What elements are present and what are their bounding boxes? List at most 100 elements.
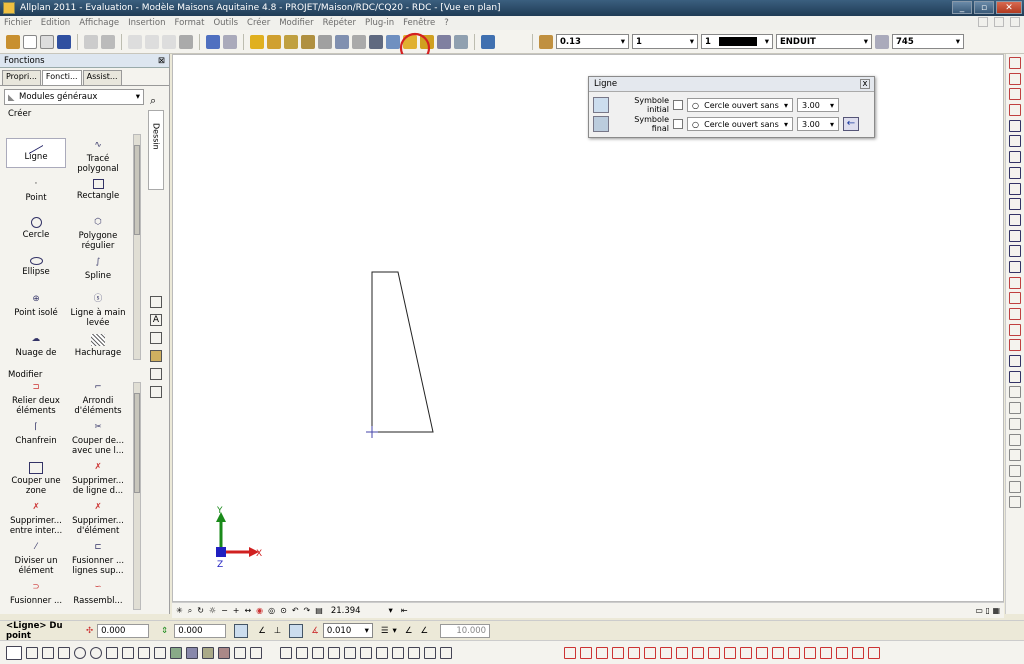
view2-icon[interactable]: ⊙ [280, 606, 287, 615]
tool-freehand[interactable]: ⓢ Ligne à main levée [68, 294, 128, 328]
right-tool-15-icon[interactable] [1009, 276, 1021, 289]
open-icon[interactable] [6, 34, 20, 49]
hatch-tool-icon[interactable] [170, 646, 182, 659]
polygon-tool-icon[interactable] [106, 646, 118, 659]
final-symbol-checkbox[interactable] [673, 119, 683, 129]
menu-outils[interactable]: Outils [213, 18, 238, 28]
edit-6-icon[interactable] [644, 646, 656, 659]
right-tool-24-icon[interactable] [1009, 417, 1021, 430]
format-painter-icon[interactable] [179, 34, 193, 49]
right-tool-3-icon[interactable] [1009, 88, 1021, 101]
dessin-tab[interactable]: Dessin [148, 110, 164, 190]
strip-add-icon[interactable] [150, 296, 162, 308]
new-icon[interactable] [23, 34, 37, 49]
print-icon[interactable] [40, 34, 54, 49]
menu-help[interactable]: ? [444, 18, 449, 28]
menu-creer[interactable]: Créer [247, 18, 270, 28]
tab-functions[interactable]: Foncti... [41, 70, 82, 85]
dy-input[interactable]: 0.000 [174, 623, 227, 638]
spline-tool-icon[interactable] [122, 646, 134, 659]
preview-icon[interactable] [84, 34, 98, 49]
length-input[interactable]: 10.000 [440, 623, 491, 638]
gradient-tool-icon[interactable] [218, 646, 230, 659]
layer-link-icon[interactable] [875, 34, 889, 49]
undo-icon[interactable] [206, 34, 220, 49]
dimension-icon[interactable] [150, 332, 162, 344]
edit-7-icon[interactable] [660, 646, 672, 659]
tool-point[interactable]: · Point [6, 179, 66, 203]
line-type-select[interactable]: 1 ▾ [632, 34, 698, 49]
angle-icon[interactable]: ∠ [258, 626, 266, 636]
tab-assistant[interactable]: Assist... [82, 70, 122, 85]
angle-lock2-icon[interactable]: ∠ [420, 626, 428, 636]
mdi-restore-button[interactable] [994, 17, 1004, 27]
tool-rectangle[interactable]: Rectangle [68, 179, 128, 201]
edit-2-icon[interactable] [580, 646, 592, 659]
trapezoid-shape[interactable] [371, 271, 434, 433]
edit-16-icon[interactable] [804, 646, 816, 659]
redo-view-icon[interactable]: ↷ [304, 606, 311, 615]
right-tool-8-icon[interactable] [1009, 166, 1021, 179]
modify-7-icon[interactable] [376, 646, 388, 659]
tool-spline[interactable]: ∫ Spline [68, 257, 128, 281]
region-tool-icon[interactable] [250, 646, 262, 659]
right-tool-18-icon[interactable] [1009, 323, 1021, 336]
point-tool-icon[interactable] [42, 646, 54, 659]
edit-13-icon[interactable] [756, 646, 768, 659]
view-icon[interactable]: ◎ [268, 606, 275, 615]
polar-icon[interactable] [289, 623, 304, 638]
right-tool-23-icon[interactable] [1009, 402, 1021, 415]
folder-icon[interactable]: ▤ [315, 606, 323, 615]
modify-10-icon[interactable] [424, 646, 436, 659]
layer-select[interactable]: ENDUIT ▾ [776, 34, 872, 49]
tool-5-icon[interactable] [318, 34, 332, 49]
right-tool-11-icon[interactable] [1009, 213, 1021, 226]
edit-18-icon[interactable] [836, 646, 848, 659]
tool-hachurage[interactable]: Hachurage [68, 334, 128, 358]
tool-supprimer-element[interactable]: ✗ Supprimer... d'élément [68, 502, 128, 536]
creer-scrollbar[interactable] [133, 134, 141, 360]
zoom-value-select[interactable]: 21.394 ▾ [328, 603, 396, 618]
tool-relier[interactable]: ⊐ Relier deux éléments [6, 382, 66, 416]
eyedropper-icon[interactable] [539, 34, 553, 49]
right-tool-7-icon[interactable] [1009, 151, 1021, 164]
fill-tool-icon[interactable] [202, 646, 214, 659]
pattern-tool-icon[interactable] [186, 646, 198, 659]
sun-icon[interactable]: ☼ [209, 606, 216, 615]
tool-supprimer-ligne[interactable]: ✗ Supprimer... de ligne d... [68, 462, 128, 496]
right-tool-10-icon[interactable] [1009, 198, 1021, 211]
edit-1-icon[interactable] [564, 646, 576, 659]
line-tool-icon[interactable] [6, 645, 22, 660]
copy-icon[interactable] [145, 34, 159, 49]
initial-symbol-select[interactable]: ○ Cercle ouvert sans ▾ [687, 98, 793, 112]
tool-6-icon[interactable] [335, 34, 349, 49]
close-button[interactable]: ✕ [996, 1, 1022, 14]
ellipse-tool-icon[interactable] [90, 646, 102, 659]
strip-tool-icon[interactable] [150, 350, 162, 362]
final-symbol-icon[interactable] [593, 116, 609, 132]
right-tool-4-icon[interactable] [1009, 104, 1021, 117]
edit-12-icon[interactable] [740, 646, 752, 659]
tool-polygone[interactable]: ⬡ Polygone régulier [68, 217, 128, 251]
snap-icon[interactable] [234, 623, 249, 638]
module-select[interactable]: ◣ Modules généraux ▾ [4, 89, 144, 105]
right-tool-21-icon[interactable] [1009, 370, 1021, 383]
mdi-close-button[interactable] [1010, 17, 1020, 27]
apply-arrow-icon[interactable]: ← [843, 117, 859, 131]
edit-8-icon[interactable] [676, 646, 688, 659]
plus-icon[interactable]: + [233, 606, 240, 615]
save-icon[interactable] [57, 34, 71, 49]
tool-13-icon[interactable] [454, 34, 468, 49]
hatch-select[interactable]: 745 ▾ [892, 34, 964, 49]
right-tool-5-icon[interactable] [1009, 119, 1021, 132]
edit-17-icon[interactable] [820, 646, 832, 659]
right-tool-20-icon[interactable] [1009, 355, 1021, 368]
tool-ellipse[interactable]: Ellipse [6, 257, 66, 277]
minimize-button[interactable]: _ [952, 1, 972, 14]
edit-4-icon[interactable] [612, 646, 624, 659]
strip-tool2-icon[interactable] [150, 368, 162, 380]
menu-affichage[interactable]: Affichage [79, 18, 119, 28]
paste-icon[interactable] [162, 34, 176, 49]
edit-15-icon[interactable] [788, 646, 800, 659]
right-tool-29-icon[interactable] [1009, 496, 1021, 509]
